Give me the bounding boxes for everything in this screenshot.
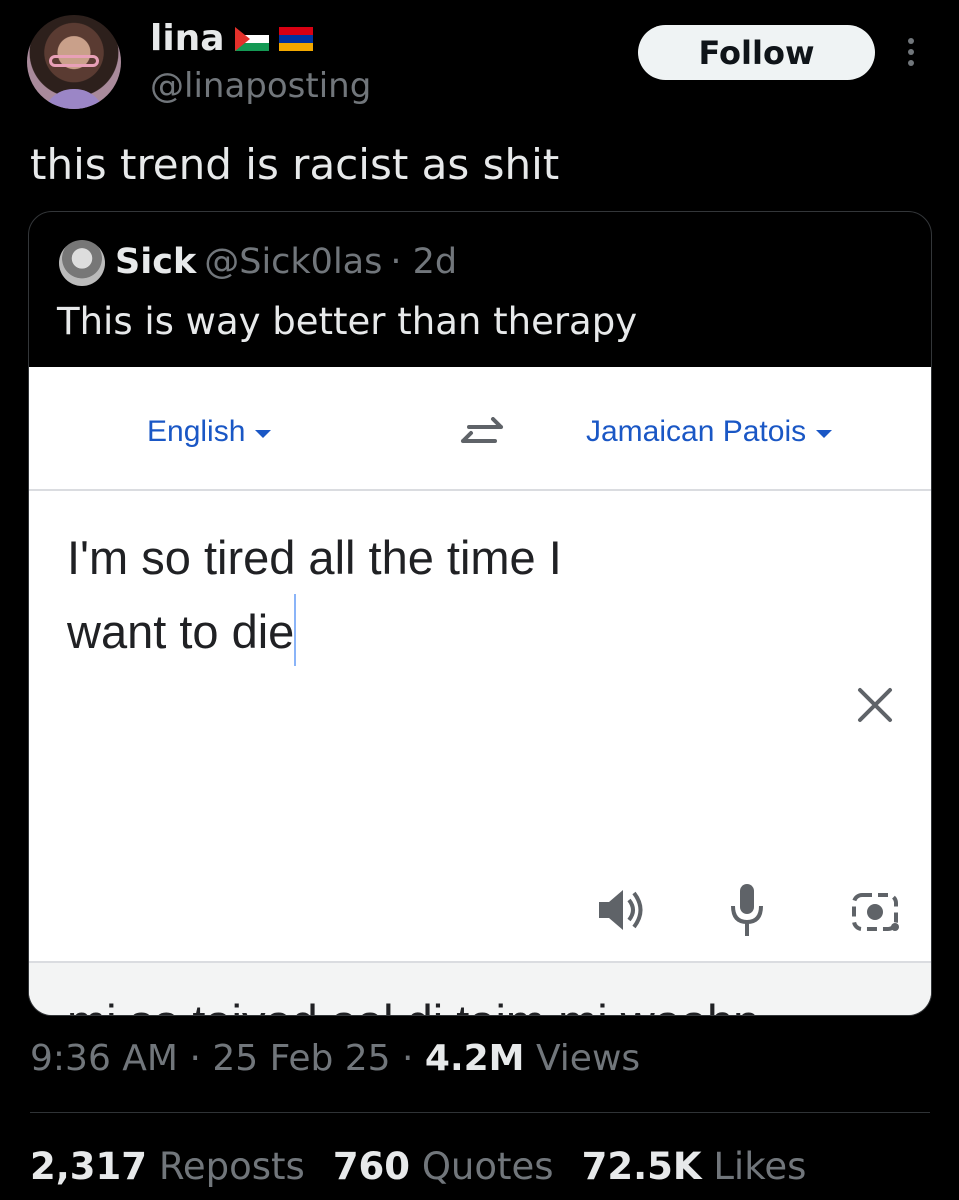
tweet-timestamp: 9:36 AM · 25 Feb 25 · 4.2M Views: [30, 1038, 640, 1079]
source-language-label: English: [147, 415, 246, 448]
follow-button[interactable]: Follow: [638, 25, 875, 80]
chevron-down-icon: [255, 430, 272, 438]
tweet-time[interactable]: 9:36 AM: [30, 1038, 178, 1079]
divider: [30, 1112, 930, 1113]
views-count: 4.2M: [424, 1038, 525, 1079]
likes-stat[interactable]: 72.5K Likes: [582, 1145, 807, 1188]
quoted-author-handle: @Sick0las: [204, 242, 383, 282]
translate-screenshot[interactable]: English Jamaican Patois I'm so tired all…: [29, 367, 931, 1015]
quoted-tweet-card[interactable]: Sick @Sick0las · 2d This is way better t…: [28, 211, 932, 1016]
close-icon[interactable]: [855, 685, 895, 725]
quoted-age: · 2d: [390, 242, 458, 282]
target-language-label: Jamaican Patois: [586, 415, 807, 448]
text-cursor: [294, 594, 297, 666]
avatar-glasses: [49, 55, 99, 67]
microphone-icon[interactable]: [729, 882, 765, 938]
quoted-text: This is way better than therapy: [57, 300, 638, 343]
views-label: Views: [535, 1038, 641, 1079]
armenia-flag-icon: [278, 26, 313, 51]
target-language-selector[interactable]: Jamaican Patois: [586, 415, 833, 449]
source-text-line: I'm so tired all the time I: [67, 531, 562, 584]
quoted-header: Sick @Sick0las · 2d: [115, 242, 457, 282]
speaker-icon[interactable]: [597, 887, 645, 933]
author-avatar[interactable]: [27, 15, 121, 109]
quoted-author-avatar[interactable]: [59, 240, 105, 286]
avatar-shirt: [43, 89, 105, 109]
source-text-line: want to die: [67, 605, 295, 658]
camera-icon[interactable]: [851, 887, 901, 933]
chevron-down-icon: [816, 430, 833, 438]
author-name[interactable]: lina: [150, 18, 225, 59]
source-text-input[interactable]: I'm so tired all the time I want to die: [67, 522, 707, 668]
more-options-icon[interactable]: [905, 38, 917, 72]
tweet-date[interactable]: · 25 Feb 25 ·: [189, 1038, 413, 1079]
author-handle[interactable]: @linaposting: [150, 66, 371, 106]
language-bar: English Jamaican Patois: [29, 367, 931, 491]
palestine-flag-icon: [234, 26, 269, 51]
translation-output: mi so taiyad aal di taim mi waahn ded: [67, 990, 897, 1015]
quotes-stat[interactable]: 760 Quotes: [333, 1145, 554, 1188]
reposts-stat[interactable]: 2,317 Reposts: [30, 1145, 305, 1188]
author-name-row: lina: [150, 18, 313, 59]
quoted-author-name: Sick: [115, 242, 197, 282]
engagement-stats: 2,317 Reposts 760 Quotes 72.5K Likes: [30, 1145, 806, 1188]
translation-output-line: mi so taiyad aal di taim mi waahn: [67, 990, 897, 1015]
tweet-text: this trend is racist as shit: [30, 140, 560, 189]
swap-languages-icon[interactable]: [457, 417, 505, 451]
source-language-selector[interactable]: English: [147, 415, 272, 449]
